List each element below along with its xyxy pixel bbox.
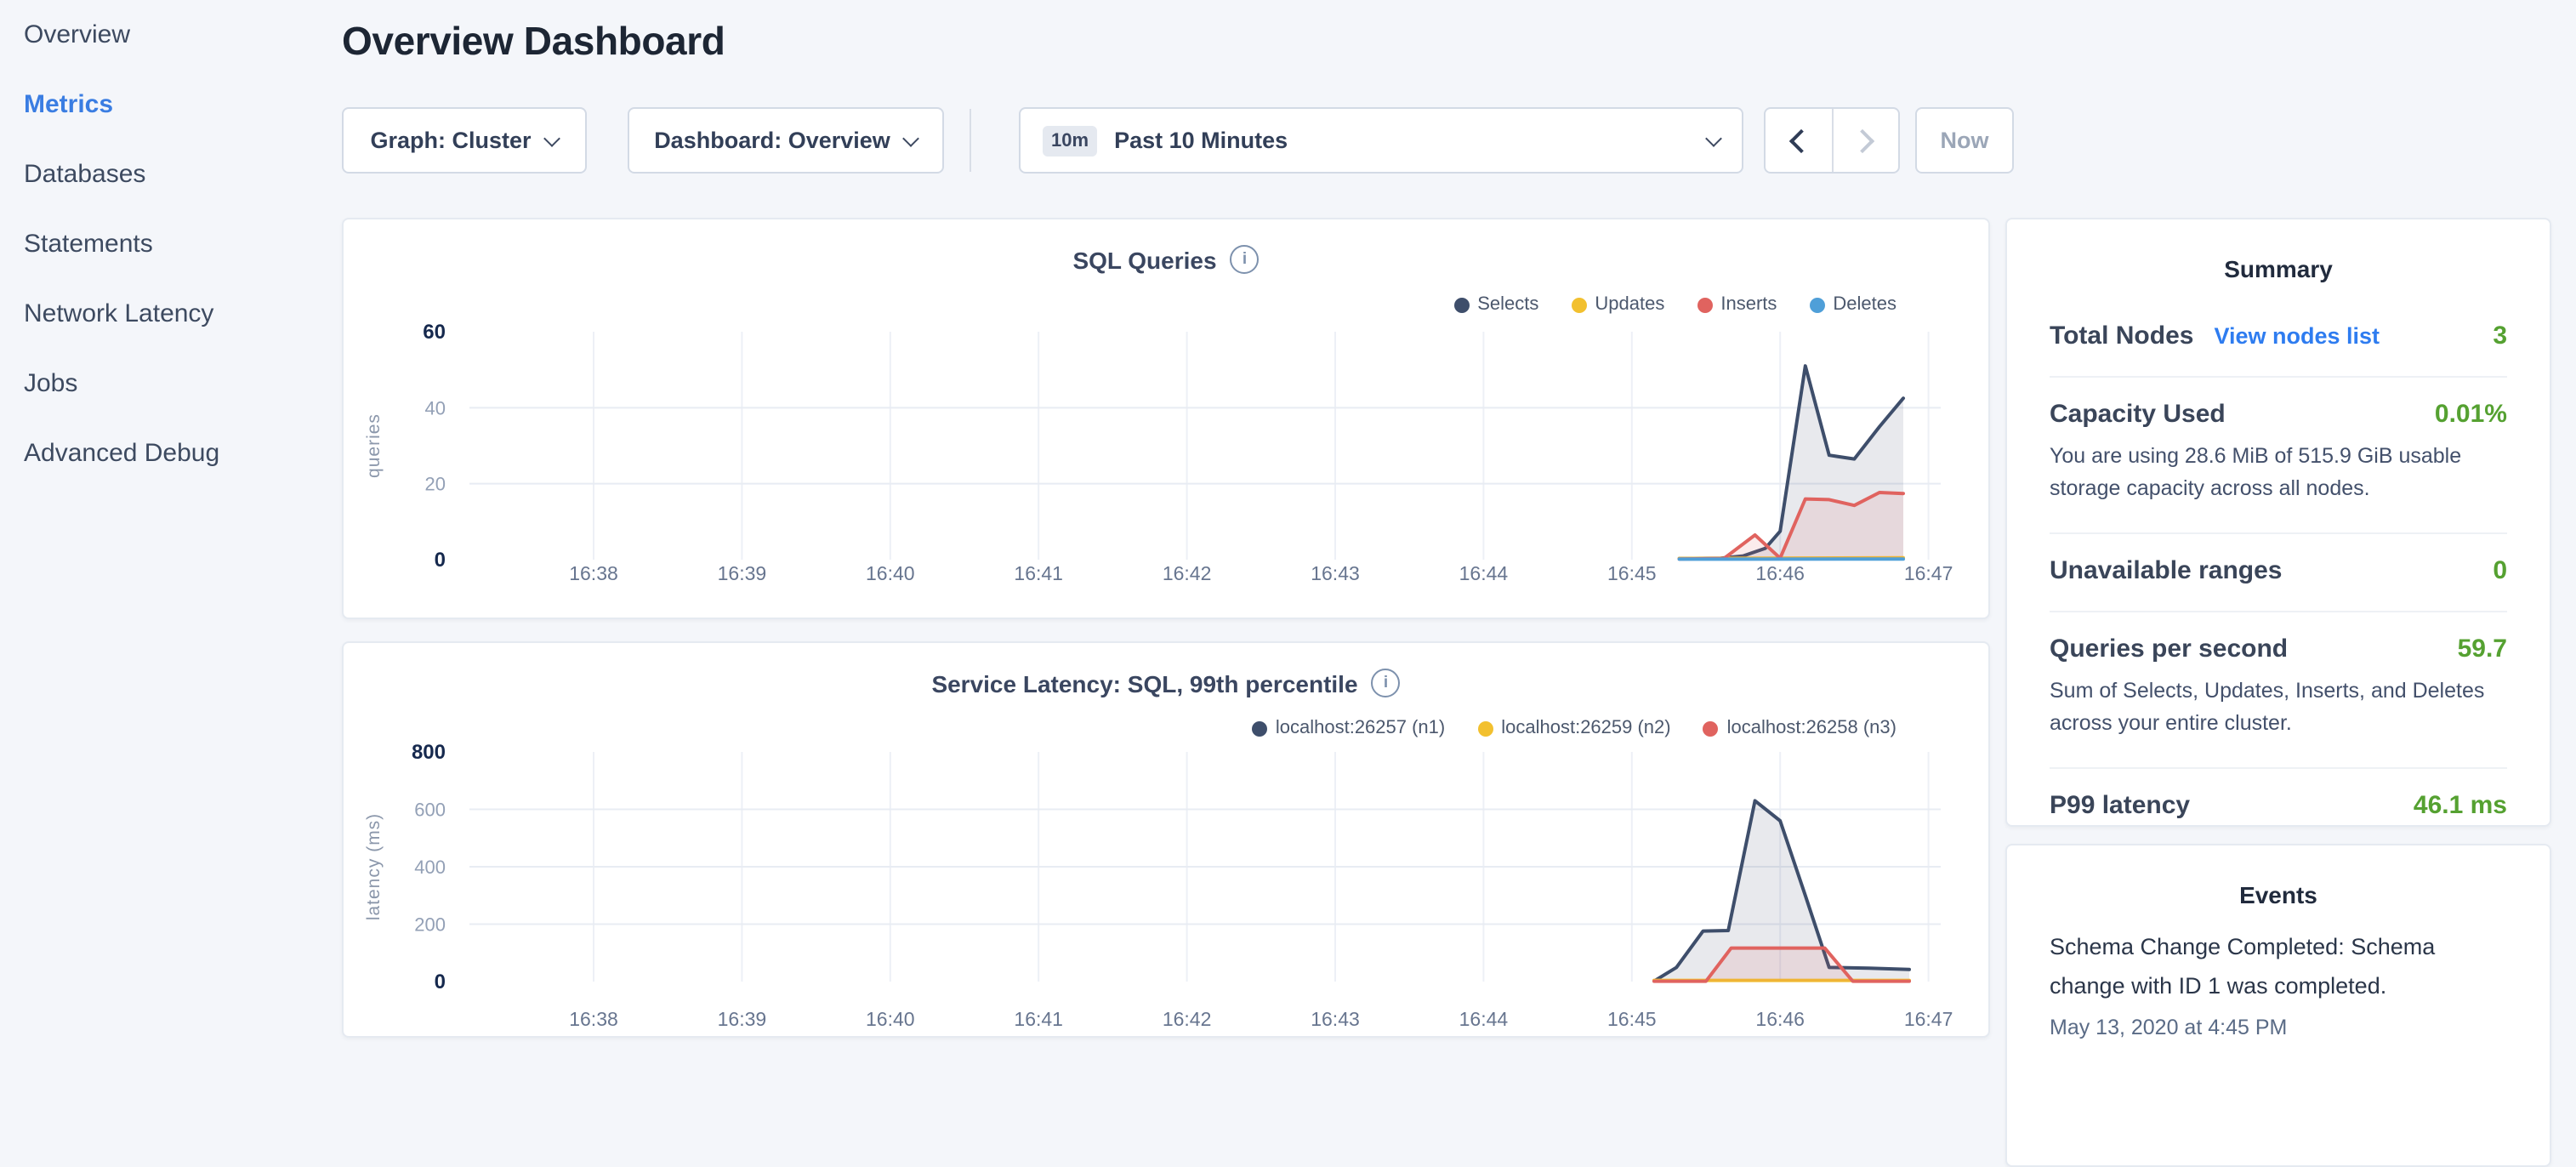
graph-scope-dropdown[interactable]: Graph: Cluster	[342, 107, 587, 174]
summary-row-label: Unavailable ranges	[2050, 556, 2282, 585]
x-tick-label: 16:42	[1163, 1008, 1212, 1030]
sidebar-item-databases[interactable]: Databases	[0, 139, 342, 209]
summary-row-p99-latency: P99 latency 46.1 ms	[2050, 768, 2507, 827]
y-axis-title: latency (ms)	[364, 813, 384, 920]
app-root: OverviewMetricsDatabasesStatementsNetwor…	[0, 0, 2576, 1051]
sidebar-item-overview[interactable]: Overview	[0, 0, 342, 70]
summary-row-capacity-used: Capacity Used 0.01% You are using 28.6 MiB…	[2050, 378, 2507, 534]
sidebar-item-metrics[interactable]: Metrics	[0, 70, 342, 139]
x-tick-label: 16:45	[1607, 1008, 1657, 1030]
x-tick-label: 16:39	[718, 1008, 767, 1030]
sidebar-item-jobs[interactable]: Jobs	[0, 349, 342, 418]
y-tick-label: 0	[435, 971, 446, 993]
x-tick-label: 16:45	[1607, 562, 1657, 584]
events-panel-title: Events	[2050, 881, 2507, 908]
summary-row-value: 46.1 ms	[2414, 790, 2507, 819]
time-window-label: Past 10 Minutes	[1114, 128, 1288, 153]
y-axis-title: queries	[364, 413, 384, 478]
y-tick-label: 60	[423, 321, 446, 344]
x-tick-label: 16:43	[1311, 1008, 1360, 1030]
summary-row-unavailable-ranges: Unavailable ranges 0	[2050, 534, 2507, 612]
x-tick-label: 16:38	[569, 562, 618, 584]
summary-row-value: 59.7	[2458, 635, 2507, 663]
summary-panel-title: Summary	[2050, 255, 2507, 282]
events-panel: Events Schema Change Completed: Schema c…	[2005, 844, 2551, 1167]
chevron-down-icon	[1705, 129, 1722, 146]
service-latency-chart[interactable]: 16:38 16:39 16:40 16:41 16:42 16:43 16:44 16:45…	[344, 643, 1992, 1039]
y-tick-label: 20	[425, 474, 446, 495]
sidebar: OverviewMetricsDatabasesStatementsNetwor…	[0, 0, 342, 1051]
y-tick-label: 600	[414, 800, 446, 821]
x-tick-label: 16:41	[1014, 562, 1063, 584]
time-window-dropdown[interactable]: 10m Past 10 Minutes	[1019, 107, 1743, 174]
x-tick-label: 16:46	[1755, 1008, 1805, 1030]
x-tick-label: 16:44	[1459, 562, 1509, 584]
view-nodes-list-link[interactable]: View nodes list	[2214, 323, 2380, 349]
next-time-window-button[interactable]	[1831, 109, 1898, 172]
event-message: Schema Change Completed: Schema change w…	[2050, 929, 2507, 1007]
summary-row-label: Queries per second	[2050, 635, 2288, 663]
summary-row-label: Capacity Used	[2050, 400, 2226, 429]
previous-time-window-button[interactable]	[1766, 109, 1831, 172]
x-tick-label: 16:44	[1459, 1008, 1509, 1030]
x-tick-label: 16:46	[1755, 562, 1805, 584]
toolbar-divider	[970, 109, 971, 172]
x-tick-label: 16:38	[569, 1008, 618, 1030]
summary-row-value: 0	[2493, 556, 2507, 585]
now-button[interactable]: Now	[1915, 107, 2014, 174]
sidebar-item-advanced-debug[interactable]: Advanced Debug	[0, 418, 342, 488]
summary-row-description: Sum of Selects, Updates, Inserts, and De…	[2050, 675, 2507, 742]
summary-row-label: P99 latency	[2050, 790, 2190, 819]
y-tick-label: 200	[414, 914, 446, 936]
event-item[interactable]: Schema Change Completed: Schema change w…	[2050, 929, 2507, 1039]
summary-row-label: Total Nodes	[2050, 322, 2193, 350]
x-tick-label: 16:43	[1311, 562, 1360, 584]
x-tick-label: 16:41	[1014, 1008, 1063, 1030]
chevron-left-icon	[1788, 128, 1812, 152]
summary-panel: Summary Total Nodes View nodes list 3 Capac…	[2005, 218, 2551, 827]
chevron-right-icon	[1851, 128, 1874, 152]
page-title: Overview Dashboard	[342, 19, 725, 65]
sidebar-item-statements[interactable]: Statements	[0, 209, 342, 279]
summary-rows: Total Nodes View nodes list 3 Capacity Used…	[2050, 299, 2507, 827]
now-button-label: Now	[1941, 128, 1989, 153]
x-tick-label: 16:42	[1163, 562, 1212, 584]
dashboard-dropdown-label: Dashboard: Overview	[654, 128, 890, 153]
y-tick-label: 800	[412, 741, 446, 764]
summary-row-total-nodes: Total Nodes View nodes list 3	[2050, 299, 2507, 378]
x-tick-label: 16:40	[866, 1008, 915, 1030]
dashboard-dropdown[interactable]: Dashboard: Overview	[628, 107, 944, 174]
time-window-pager	[1764, 107, 1900, 174]
x-tick-label: 16:47	[1904, 562, 1953, 584]
chevron-down-icon	[903, 129, 920, 146]
sql-queries-chart-card: SQL Queries i SelectsUpdatesInsertsDelet…	[342, 218, 1990, 619]
summary-row-value: 0.01%	[2435, 400, 2507, 429]
events-list: Schema Change Completed: Schema change w…	[2050, 929, 2507, 1039]
summary-row-queries-per-second: Queries per second 59.7 Sum of Selects, Up…	[2050, 612, 2507, 769]
sidebar-item-network-latency[interactable]: Network Latency	[0, 279, 342, 349]
time-window-badge: 10m	[1043, 125, 1097, 156]
x-tick-label: 16:40	[866, 562, 915, 584]
y-tick-label: 40	[425, 397, 446, 418]
graph-scope-dropdown-label: Graph: Cluster	[370, 128, 531, 153]
y-tick-label: 0	[435, 549, 446, 572]
event-timestamp: May 13, 2020 at 4:45 PM	[2050, 1016, 2507, 1039]
chevron-down-icon	[544, 129, 561, 146]
service-latency-chart-card: Service Latency: SQL, 99th percentile i …	[342, 641, 1990, 1038]
sql-queries-chart[interactable]: 16:38 16:39 16:40 16:41 16:42 16:43 16:44 16:45…	[344, 219, 1992, 621]
x-tick-label: 16:39	[718, 562, 767, 584]
summary-row-value: 3	[2493, 322, 2507, 350]
y-tick-label: 400	[414, 857, 446, 878]
summary-row-description: You are using 28.6 MiB of 515.9 GiB usab…	[2050, 441, 2507, 507]
x-tick-label: 16:47	[1904, 1008, 1953, 1030]
